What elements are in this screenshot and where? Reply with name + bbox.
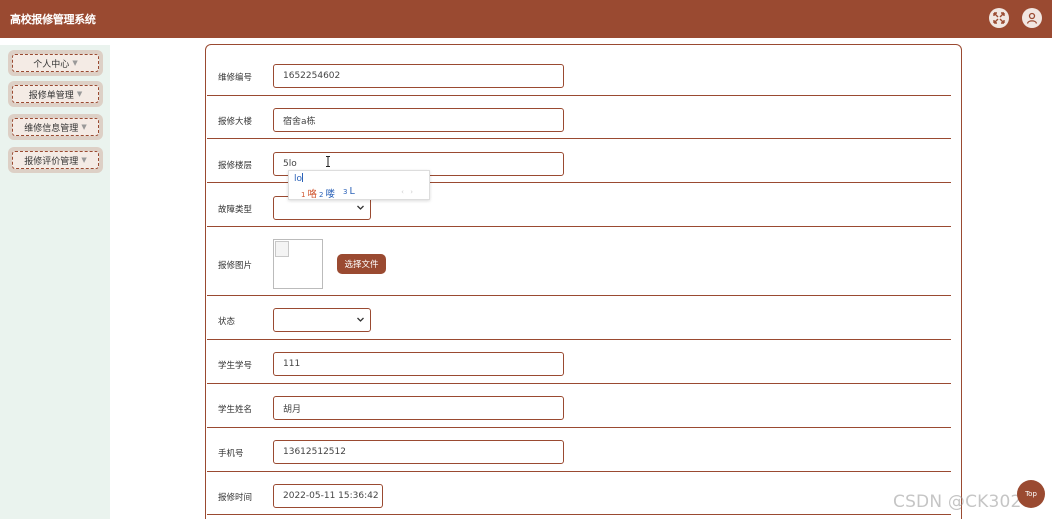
row-divider [207,514,951,515]
top-bar: 高校报修管理系统 [0,0,1052,38]
ime-candidate-popup: lo 1咯 2喽 3L ‹ › [288,170,430,200]
ime-candidate[interactable]: 1咯 [301,186,317,200]
user-icon [1026,12,1038,24]
row-divider [207,471,951,472]
sidebar-item-personal-center[interactable]: 个人中心 ▼ [8,50,103,76]
choose-file-button[interactable]: 选择文件 [337,254,386,274]
sidebar-item-label: 报修评价管理 [24,156,79,167]
text-cursor-icon [326,156,330,167]
photo-preview [273,239,323,289]
ime-composition: lo [294,173,304,184]
repair-time-input[interactable]: 2022-05-11 15:36:42 [273,484,383,508]
student-id-input[interactable]: 111 [273,352,564,376]
sidebar-item-label: 报修单管理 [28,90,74,101]
repair-time-label: 报修时间 [218,493,253,503]
row-divider [207,383,951,384]
caret-down-icon: ▼ [72,59,78,67]
sidebar: 个人中心 ▼ 报修单管理 ▼ 维修信息管理 ▼ 报修评价管理 ▼ [0,45,110,519]
ime-page-arrows[interactable]: ‹ › [401,188,415,196]
status-label: 状态 [218,317,236,327]
chevron-down-icon [357,205,364,210]
caret-down-icon: ▼ [76,90,83,98]
repair-no-label: 维修编号 [218,73,253,83]
building-input[interactable]: 宿舍a栋 [273,108,564,132]
sidebar-item-label: 维修信息管理 [24,123,79,134]
chevron-down-icon [357,317,364,322]
building-label: 报修大楼 [218,117,253,127]
ime-candidate[interactable]: 2喽 [319,186,335,200]
app-title: 高校报修管理系统 [10,13,96,26]
back-to-top-button[interactable]: Top [1017,480,1045,508]
sidebar-item-label: 个人中心 [33,59,70,70]
row-divider [207,339,951,340]
status-select[interactable] [273,308,371,332]
ime-candidate[interactable]: 3L [343,186,355,197]
student-id-label: 学生学号 [218,361,253,371]
caret-down-icon: ▼ [81,123,87,131]
watermark: CSDN @CK3028 [893,492,1033,512]
fullscreen-button[interactable] [989,8,1009,28]
row-divider [207,295,951,296]
student-name-input[interactable]: 胡月 [273,396,564,420]
row-divider [207,226,951,227]
sidebar-item-maintenance-info[interactable]: 维修信息管理 ▼ [8,114,103,140]
fault-type-label: 故障类型 [218,205,253,215]
row-divider [207,138,951,139]
phone-input[interactable]: 13612512512 [273,440,564,464]
photo-label: 报修图片 [218,261,253,271]
floor-label: 报修楼层 [218,161,253,171]
sidebar-item-repair-orders[interactable]: 报修单管理 ▼ [8,81,103,107]
student-name-label: 学生姓名 [218,405,253,415]
phone-label: 手机号 [218,449,244,459]
broken-image-icon [275,241,289,257]
caret-down-icon: ▼ [81,156,87,164]
repair-no-input[interactable]: 1652254602 [273,64,564,88]
row-divider [207,95,951,96]
user-button[interactable] [1022,8,1042,28]
row-divider [207,427,951,428]
sidebar-item-repair-reviews[interactable]: 报修评价管理 ▼ [8,147,103,173]
fullscreen-icon [993,12,1005,24]
